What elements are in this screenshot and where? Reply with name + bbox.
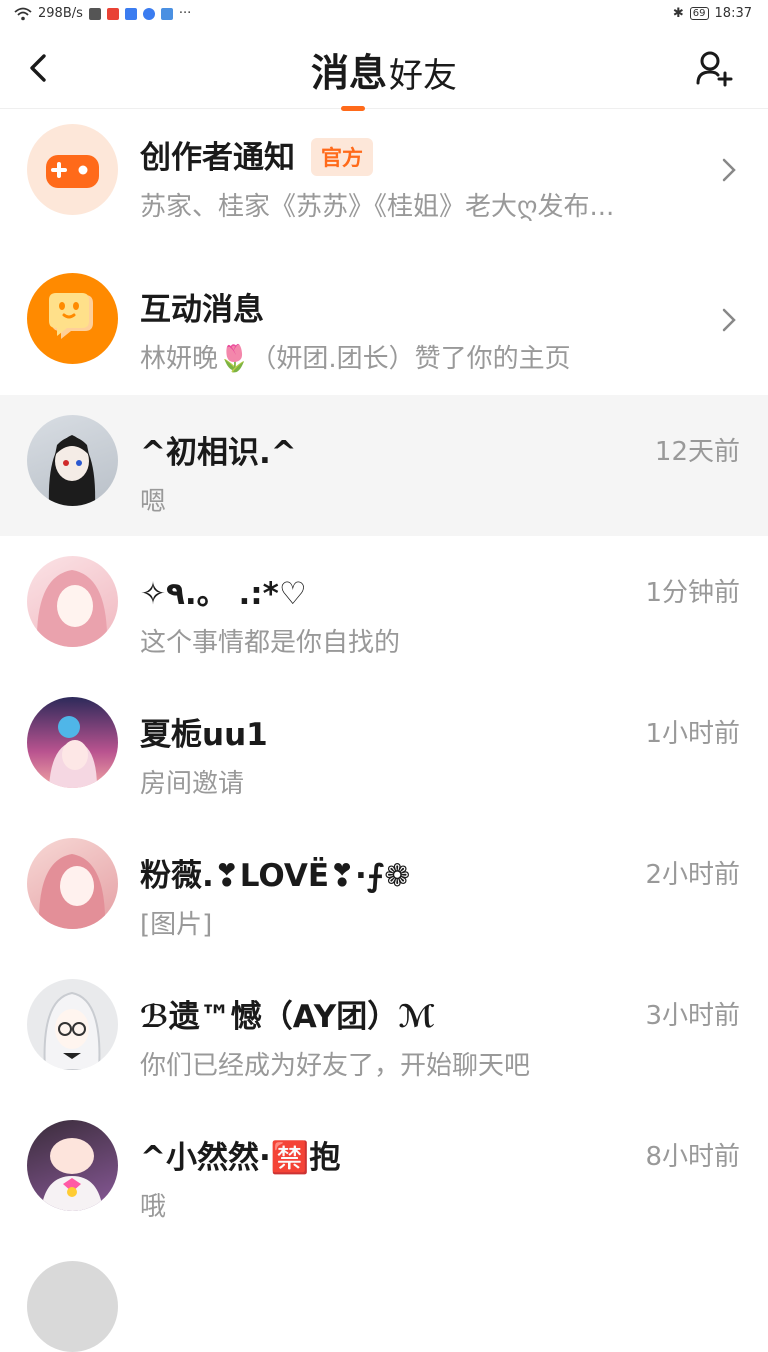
message-time: 1分钟前: [645, 578, 740, 608]
chat-row-partial[interactable]: [0, 1241, 768, 1352]
chat-row[interactable]: ✧٩.。 .:*♡ 1分钟前 这个事情都是你自找的: [0, 536, 768, 677]
chat-row[interactable]: ^初相识.^ 12天前 嗯: [0, 395, 768, 536]
tab-messages-label: 消息: [310, 51, 387, 95]
tab-messages[interactable]: 消息: [310, 42, 387, 111]
contact-name: ℬ遗™憾（AY团）ℳ: [140, 999, 435, 1035]
add-friend-icon[interactable]: [694, 48, 734, 88]
avatar-image: [49, 716, 97, 788]
app-notif-icon: [124, 7, 137, 20]
message-preview: 嗯: [140, 487, 167, 517]
interaction-title: 互动消息: [140, 292, 264, 328]
avatar-image: [43, 991, 101, 1070]
status-bar: 298B/s ··· ✱ 69 18:37: [0, 0, 768, 28]
creator-notice-avatar: [27, 124, 118, 215]
tab-friends-label: 好友: [389, 56, 457, 96]
chat-row[interactable]: 夏栀uu1 1小时前 房间邀请: [0, 677, 768, 818]
gamepad-icon: [46, 155, 99, 188]
battery-icon: 69: [689, 7, 709, 20]
message-preview: 房间邀请: [140, 769, 245, 799]
chat-row[interactable]: 粉薇.❣LOVË❣·⨍❁ 2小时前 [图片]: [0, 818, 768, 959]
contact-name: 粉薇.❣LOVË❣·⨍❁: [140, 858, 411, 894]
message-list: 创作者通知 官方 苏家、桂家《苏苏》《桂姐》老大ღ发布... 互动消息 林妍晚🌷（…: [0, 108, 768, 1352]
app-notif-icon: [106, 7, 119, 20]
creator-notice-row[interactable]: 创作者通知 官方 苏家、桂家《苏苏》《桂姐》老大ღ发布...: [0, 108, 768, 258]
contact-name: 夏栀uu1: [140, 717, 268, 753]
chevron-right-icon: [722, 158, 736, 182]
more-notifications-icon: ···: [178, 6, 192, 21]
official-badge: 官方: [311, 137, 373, 176]
avatar: [27, 838, 118, 929]
message-time: 12天前: [654, 437, 740, 467]
chat-row[interactable]: ℬ遗™憾（AY团）ℳ 3小时前 你们已经成为好友了，开始聊天吧: [0, 959, 768, 1100]
avatar: [27, 1261, 118, 1352]
tab-bar: 消息 好友: [0, 42, 768, 111]
avatar: [27, 697, 118, 788]
avatar-image: [48, 435, 96, 506]
status-right: ✱ 69 18:37: [673, 6, 752, 21]
video-notif-icon: [88, 7, 101, 20]
bluetooth-icon: ✱: [672, 6, 684, 21]
net-speed: 298B/s: [38, 6, 83, 21]
message-time: 3小时前: [645, 1001, 740, 1031]
avatar: [27, 1120, 118, 1211]
tab-friends[interactable]: 好友: [389, 48, 457, 97]
avatar-image: [36, 570, 108, 647]
contact-name: ^初相识.^: [140, 435, 297, 471]
chevron-right-icon: [722, 308, 736, 332]
message-preview: 哦: [140, 1192, 167, 1222]
avatar-image: [41, 1138, 103, 1211]
message-preview: 这个事情都是你自找的: [140, 628, 401, 658]
avatar: [27, 979, 118, 1070]
header: 消息 好友: [0, 28, 768, 111]
chat-bubble-icon: [49, 293, 93, 339]
contact-name: ✧٩.。 .:*♡: [140, 576, 307, 612]
status-left: 298B/s ···: [14, 6, 191, 21]
row-title: 创作者通知 官方: [140, 132, 373, 179]
row-preview: 林妍晚🌷（妍团.团长）赞了你的主页: [140, 344, 571, 374]
message-time: 8小时前: [645, 1142, 740, 1172]
avatar: [27, 556, 118, 647]
contact-name: ^小然然·🈲抱: [140, 1140, 341, 1176]
avatar-image: [38, 854, 106, 929]
chat-row[interactable]: ^小然然·🈲抱 8小时前 哦: [0, 1100, 768, 1241]
interaction-messages-row[interactable]: 互动消息 林妍晚🌷（妍团.团长）赞了你的主页: [0, 258, 768, 395]
message-preview: 你们已经成为好友了，开始聊天吧: [140, 1051, 531, 1081]
row-preview: 苏家、桂家《苏苏》《桂姐》老大ღ发布...: [140, 192, 615, 222]
app-notif-icon: [160, 7, 173, 20]
creator-notice-title: 创作者通知: [140, 140, 295, 176]
wifi-icon: [14, 7, 32, 20]
message-time: 2小时前: [645, 860, 740, 890]
clock: 18:37: [714, 6, 752, 21]
message-time: 1小时前: [645, 719, 740, 749]
avatar: [27, 415, 118, 506]
interaction-avatar: [27, 273, 118, 364]
message-preview: [图片]: [140, 910, 213, 940]
app-notif-icon: [142, 7, 155, 20]
